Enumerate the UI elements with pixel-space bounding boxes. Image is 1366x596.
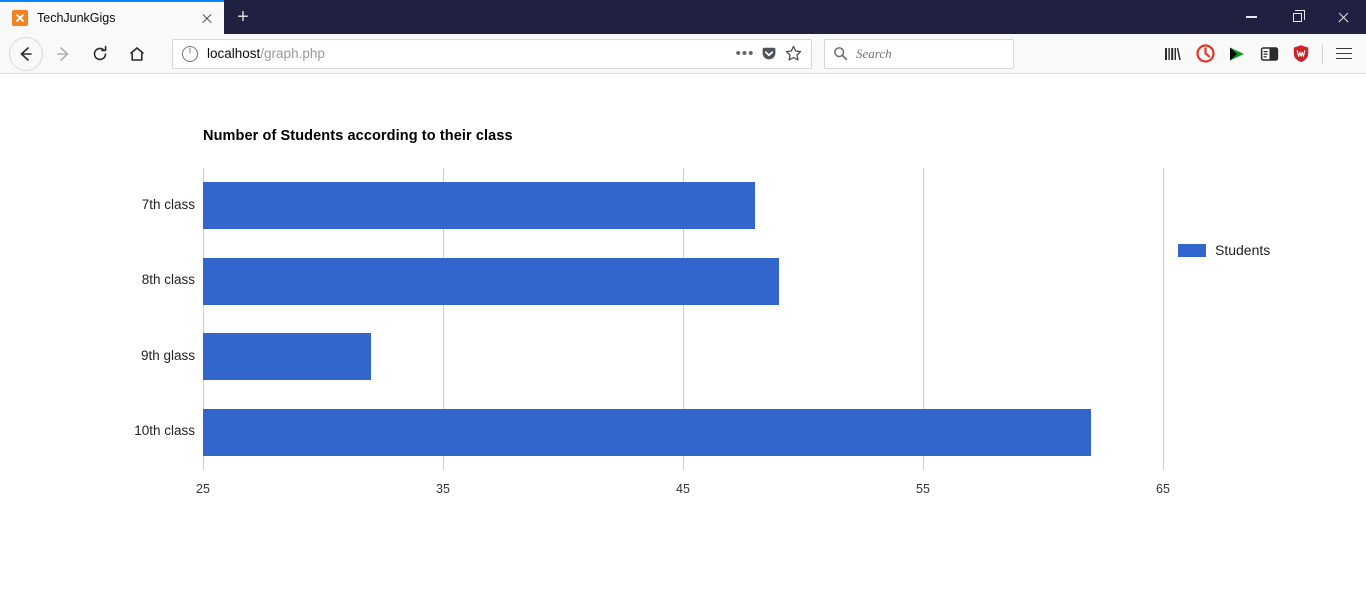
tab-title: TechJunkGigs — [37, 11, 116, 25]
close-icon[interactable] — [196, 7, 218, 29]
url-path: /graph.php — [260, 46, 325, 61]
x-axis-tick-label: 35 — [436, 482, 450, 496]
x-axis-tick-label: 25 — [196, 482, 210, 496]
arrow-left-icon — [20, 46, 32, 61]
search-icon — [834, 47, 848, 61]
x-axis-tick-label: 55 — [916, 482, 930, 496]
x-axis-tick-label: 65 — [1156, 482, 1170, 496]
forward-button — [46, 37, 80, 71]
url-text: localhost/graph.php — [207, 46, 732, 61]
adblock-icon[interactable] — [1189, 38, 1221, 70]
chart-title: Number of Students according to their cl… — [203, 128, 513, 144]
site-info-icon[interactable] — [182, 45, 198, 62]
home-icon — [129, 46, 145, 61]
y-axis-tick-label: 10th class — [134, 423, 195, 439]
reader-view-icon[interactable] — [1253, 38, 1285, 70]
minimize-button[interactable] — [1228, 0, 1274, 34]
reload-icon — [93, 45, 107, 60]
back-button[interactable] — [9, 36, 43, 71]
new-tab-button[interactable] — [224, 0, 262, 34]
shield-icon[interactable] — [1285, 38, 1317, 70]
chart-bar[interactable] — [203, 408, 1091, 456]
video-download-icon[interactable] — [1221, 38, 1253, 70]
bar-chart: Number of Students according to their cl… — [0, 75, 1366, 525]
pocket-icon[interactable] — [758, 43, 780, 65]
toolbar-divider — [1322, 43, 1323, 64]
legend-label: Students — [1215, 242, 1271, 258]
chart-bar[interactable] — [203, 182, 755, 230]
bookmark-star-icon[interactable] — [782, 43, 804, 65]
xampp-icon — [12, 10, 28, 26]
close-window-button[interactable] — [1320, 0, 1366, 34]
search-placeholder: Search — [856, 45, 892, 61]
toolbar-icons — [1157, 38, 1366, 70]
browser-tab[interactable]: TechJunkGigs — [0, 0, 224, 34]
window-controls — [1228, 0, 1366, 34]
y-axis-tick-label: 9th glass — [140, 347, 195, 363]
x-axis-tick-label: 45 — [676, 482, 690, 496]
legend-swatch — [1178, 243, 1206, 257]
gridline — [1163, 168, 1164, 470]
chart-bar[interactable] — [203, 333, 371, 381]
address-bar[interactable]: localhost/graph.php ••• — [172, 38, 812, 69]
chart-bar[interactable] — [203, 257, 779, 305]
menu-icon[interactable] — [1328, 38, 1360, 70]
browser-titlebar: TechJunkGigs — [0, 0, 1366, 34]
library-icon[interactable] — [1157, 38, 1189, 70]
chart-plot-area — [203, 168, 1164, 470]
search-bar[interactable]: Search — [824, 38, 1014, 69]
page-actions-icon[interactable]: ••• — [734, 43, 756, 65]
y-axis-tick-label: 8th class — [141, 272, 195, 288]
reload-button[interactable] — [83, 37, 117, 71]
y-axis-tick-label: 7th class — [141, 196, 195, 212]
home-button[interactable] — [120, 37, 154, 71]
chart-legend: Students — [1178, 242, 1270, 258]
browser-navbar: localhost/graph.php ••• Search — [0, 34, 1366, 74]
arrow-right-icon — [57, 46, 69, 61]
maximize-button[interactable] — [1274, 0, 1320, 34]
page-content: Number of Students according to their cl… — [0, 75, 1366, 596]
url-host: localhost — [207, 46, 261, 61]
